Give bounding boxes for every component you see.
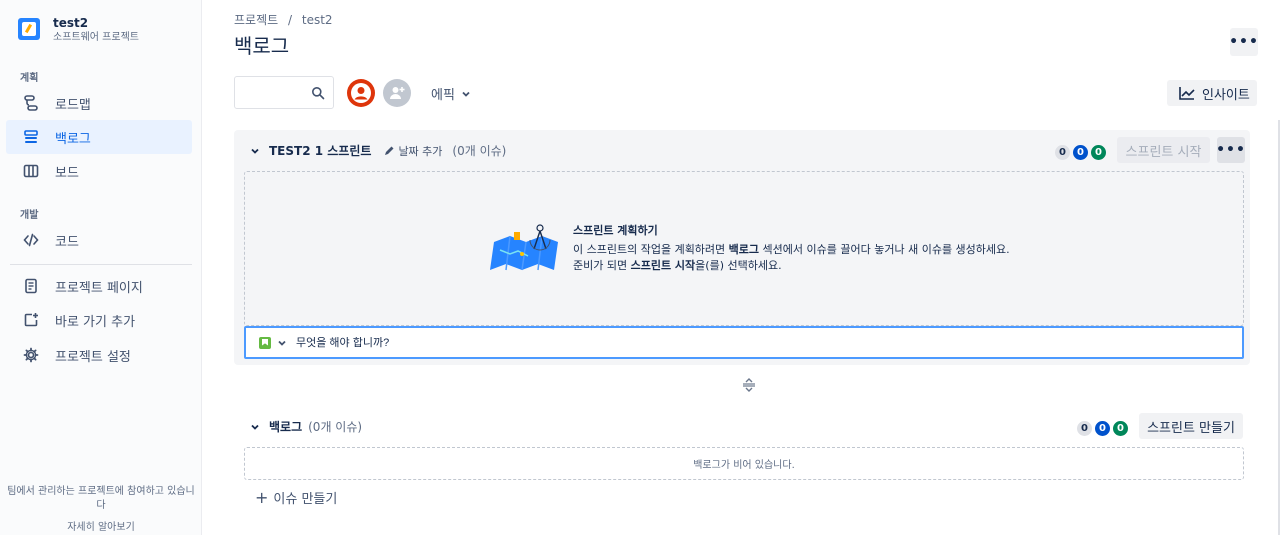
app-root: test2 소프트웨어 프로젝트 계획 로드맵 백로그 보드 개발 코드 프로젝…	[0, 0, 1280, 535]
sidebar: test2 소프트웨어 프로젝트 계획 로드맵 백로그 보드 개발 코드 프로젝…	[0, 0, 202, 535]
sidebar-item-code[interactable]: 코드	[6, 223, 192, 257]
insight-label: 인사이트	[1202, 87, 1250, 103]
sprint-more-button[interactable]: •••	[1216, 137, 1246, 163]
create-sprint-button[interactable]: 스프린트 만들기	[1139, 413, 1243, 439]
section-label-dev: 개발	[20, 210, 39, 221]
sprint-name: TEST2 1 스프린트	[269, 144, 372, 158]
pencil-icon	[385, 146, 394, 155]
badge-todo: 0	[1055, 145, 1070, 160]
sprint-status-badges: 0 0 0	[1052, 145, 1106, 160]
story-type-icon[interactable]	[259, 336, 271, 349]
section-label-plan: 계획	[20, 73, 39, 84]
sidebar-item-roadmap[interactable]: 로드맵	[6, 86, 192, 120]
sidebar-item-label: 바로 가기 추가	[55, 314, 136, 330]
breadcrumb-item-projects[interactable]: 프로젝트	[234, 13, 278, 27]
plan-sprint-description: 이 스프린트의 작업을 계획하려면 백로그 섹션에서 이슈를 끌어다 놓거나 새…	[573, 242, 1013, 274]
issue-summary-input[interactable]	[296, 336, 1242, 349]
chevron-down-icon[interactable]	[277, 338, 287, 348]
sidebar-item-project-page[interactable]: 프로젝트 페이지	[6, 269, 192, 303]
backlog-empty-state: 백로그가 비어 있습니다.	[244, 447, 1244, 480]
backlog-name: 백로그	[269, 420, 303, 434]
epic-filter-dropdown[interactable]: 에픽	[431, 84, 471, 103]
page-more-button[interactable]: •••	[1229, 28, 1259, 56]
insight-button[interactable]: 인사이트	[1167, 80, 1257, 106]
badge-todo: 0	[1077, 421, 1092, 436]
page-icon	[21, 276, 41, 296]
backlog-issue-count: (0개 이슈)	[308, 420, 363, 434]
sidebar-item-label: 코드	[55, 234, 79, 250]
add-date-button[interactable]: 날짜 추가	[383, 143, 442, 159]
chevron-down-icon	[462, 91, 470, 97]
sprint-issue-count: (0개 이슈)	[452, 144, 507, 158]
add-date-label: 날짜 추가	[398, 144, 443, 158]
sidebar-item-label: 보드	[55, 165, 79, 181]
chevron-down-icon[interactable]	[250, 422, 260, 432]
search-input[interactable]	[241, 77, 311, 108]
resize-handle-icon[interactable]	[742, 377, 756, 397]
create-issue-inline	[244, 326, 1244, 359]
sidebar-item-board[interactable]: 보드	[6, 154, 192, 188]
gear-icon	[21, 345, 41, 365]
sidebar-item-add-shortcut[interactable]: 바로 가기 추가	[6, 303, 192, 337]
plan-sprint-title: 스프린트 계획하기	[573, 224, 658, 237]
search-box	[234, 76, 334, 109]
breadcrumb: 프로젝트 / test2	[234, 11, 339, 28]
badge-in-progress: 0	[1095, 421, 1110, 436]
sidebar-item-label: 프로젝트 페이지	[55, 280, 143, 296]
sidebar-item-label: 백로그	[55, 131, 91, 147]
plan-desc-bold-start: 스프린트 시작	[630, 259, 696, 272]
code-icon	[21, 230, 41, 250]
plan-desc-bold-backlog: 백로그	[728, 243, 760, 256]
sprint-header[interactable]: TEST2 1 스프린트 날짜 추가 (0개 이슈)	[250, 142, 506, 159]
add-shortcut-icon	[21, 310, 41, 330]
sidebar-divider	[10, 264, 192, 265]
badge-done: 0	[1091, 145, 1106, 160]
plus-icon: +	[255, 488, 269, 507]
breadcrumb-item-project[interactable]: test2	[302, 13, 333, 27]
sidebar-item-project-settings[interactable]: 프로젝트 설정	[6, 338, 192, 372]
badge-in-progress: 0	[1073, 145, 1088, 160]
learn-more-link[interactable]: 자세히 알아보기	[0, 521, 202, 535]
more-icon: •••	[1229, 34, 1259, 50]
page-title: 백로그	[234, 34, 290, 58]
badge-done: 0	[1113, 421, 1128, 436]
sidebar-item-label: 프로젝트 설정	[55, 349, 131, 365]
add-people-button[interactable]	[383, 79, 411, 107]
board-icon	[21, 161, 41, 181]
start-sprint-button[interactable]: 스프린트 시작	[1117, 137, 1210, 163]
project-name: test2	[53, 16, 89, 30]
sidebar-item-backlog[interactable]: 백로그	[6, 120, 192, 154]
add-person-icon	[390, 87, 405, 99]
search-icon	[312, 87, 325, 100]
chart-icon	[1179, 87, 1195, 100]
backlog-icon	[21, 127, 41, 147]
epic-label: 에픽	[431, 88, 455, 103]
plan-desc-text-3: 을(를) 선택하세요.	[695, 259, 782, 272]
user-avatar[interactable]	[347, 79, 375, 107]
sidebar-footer-text: 팀에서 관리하는 프로젝트에 참여하고 있습니다	[7, 486, 195, 511]
user-icon	[351, 83, 371, 103]
project-avatar-icon	[18, 18, 40, 40]
backlog-status-badges: 0 0 0	[1074, 421, 1128, 436]
create-issue-button[interactable]: + 이슈 만들기	[255, 488, 337, 507]
project-header[interactable]: test2 소프트웨어 프로젝트	[18, 15, 139, 45]
backlog-header[interactable]: 백로그 (0개 이슈)	[250, 418, 362, 435]
breadcrumb-separator: /	[288, 13, 293, 27]
plan-desc-text-1: 이 스프린트의 작업을 계획하려면	[573, 243, 729, 256]
more-icon: •••	[1216, 142, 1246, 158]
sprint-planning-illustration-icon	[490, 224, 558, 271]
create-issue-label: 이슈 만들기	[273, 492, 338, 507]
project-type: 소프트웨어 프로젝트	[53, 32, 139, 43]
chevron-down-icon[interactable]	[250, 146, 260, 156]
sidebar-item-label: 로드맵	[55, 97, 91, 113]
roadmap-icon	[21, 93, 41, 113]
